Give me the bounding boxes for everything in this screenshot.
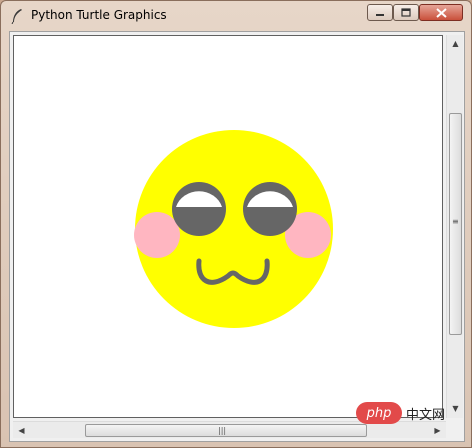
turtle-canvas[interactable]: [13, 35, 443, 418]
feather-icon: [11, 9, 22, 24]
vertical-scrollbar[interactable]: ▲ ≡ ▼: [446, 35, 463, 418]
scroll-up-icon[interactable]: ▲: [448, 36, 463, 51]
scroll-left-icon[interactable]: ◀: [14, 423, 29, 438]
vertical-scroll-thumb[interactable]: ≡: [449, 113, 462, 335]
close-icon: [435, 7, 447, 18]
turtle-window: Python Turtle Graphics ▲ ≡ ▼ ◀ ||| ▶: [0, 0, 472, 448]
smiley-drawing: [134, 130, 333, 328]
minimize-icon: [376, 13, 384, 16]
title-bar[interactable]: Python Turtle Graphics: [1, 1, 471, 31]
watermark: php 中文网: [356, 400, 468, 426]
minimize-button[interactable]: [367, 4, 393, 21]
close-button[interactable]: [419, 4, 463, 21]
left-eye: [172, 182, 226, 236]
horizontal-scroll-thumb[interactable]: |||: [85, 424, 367, 437]
grip-icon: ≡: [452, 217, 459, 226]
grip-icon: |||: [218, 426, 227, 435]
canvas-frame: ▲ ≡ ▼ ◀ ||| ▶: [9, 31, 465, 442]
window-title: Python Turtle Graphics: [31, 8, 167, 22]
left-cheek: [134, 212, 180, 258]
right-eye: [243, 182, 297, 236]
watermark-text: 中文网: [406, 407, 446, 423]
maximize-icon: [401, 8, 411, 17]
maximize-button[interactable]: [393, 4, 419, 21]
php-badge: php: [356, 402, 402, 424]
